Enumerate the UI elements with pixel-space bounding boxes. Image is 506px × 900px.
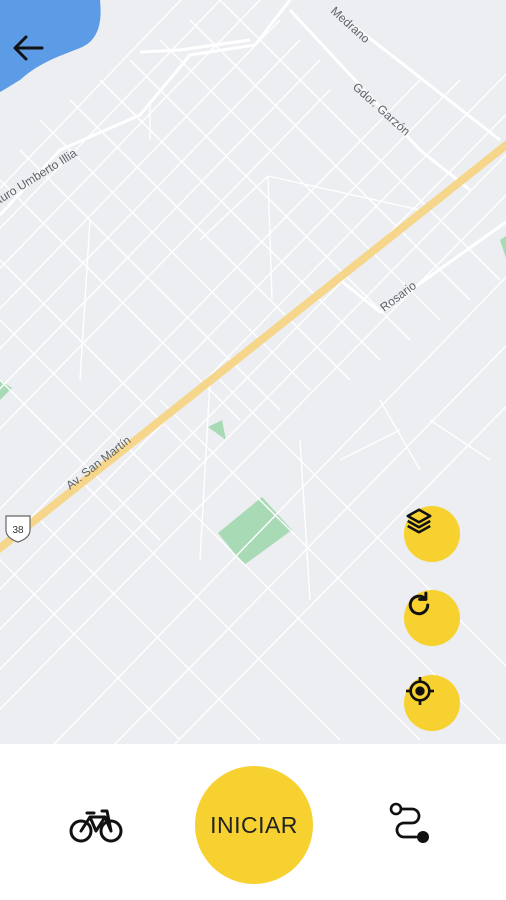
refresh-icon [408,591,430,616]
route-shield: 38 [5,515,31,543]
back-button[interactable] [10,30,54,74]
refresh-button[interactable] [404,590,460,646]
park-area [208,420,226,440]
bicycle-icon [69,809,123,843]
arrow-left-icon [13,35,44,61]
street-label-san-martin: Av. San Martín [63,433,133,492]
street-label-medrano: Medrano [328,4,373,46]
street-label-garzon: Gdor. Garzón [350,80,413,139]
route-button[interactable] [380,798,440,848]
route-shield-number: 38 [12,525,24,536]
layers-icon [406,508,432,534]
route-icon [389,802,429,843]
locate-button[interactable] [404,675,460,731]
map-view[interactable]: Medrano Gdor. Garzón Arturo Umberto Illi… [0,0,506,744]
crosshair-icon [406,677,434,705]
start-button[interactable]: INICIAR [195,766,313,884]
start-button-label: INICIAR [210,811,298,838]
bike-button[interactable] [66,800,126,850]
layers-button[interactable] [404,506,460,562]
park-area [500,236,506,258]
park-area [218,497,292,565]
street-label-rosario: Rosario [377,278,419,314]
